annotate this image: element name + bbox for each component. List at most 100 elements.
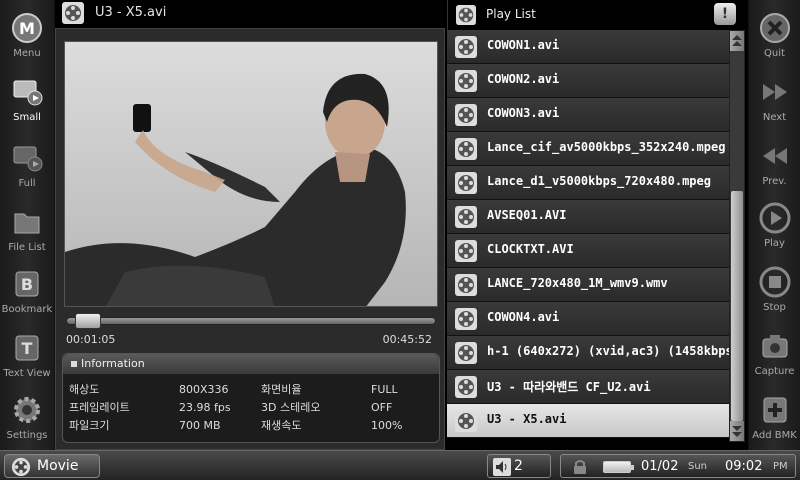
current-time: 00:01:05 [66, 333, 116, 346]
file-list-label: File List [8, 242, 46, 253]
information-header: Information [63, 354, 439, 374]
gear-icon [14, 397, 40, 423]
film-reel-icon [456, 5, 476, 25]
date: 01/02 [641, 459, 679, 474]
stop-button[interactable]: Stop [749, 260, 800, 322]
clock-ampm: PM [773, 461, 788, 472]
bookmark-label: Bookmark [1, 304, 53, 315]
playlist-item[interactable]: U3 - 따라와밴드 CF_U2.avi [447, 370, 729, 404]
menu-label: Menu [13, 48, 41, 59]
playlist-title: Play List [486, 7, 536, 21]
scroll-down-button[interactable] [730, 421, 744, 441]
info-key: 프레임레이트 [69, 401, 130, 414]
small-screen-button[interactable]: Small [0, 70, 54, 132]
scroll-thumb[interactable] [731, 191, 743, 421]
playlist-item[interactable]: COWON4.avi [447, 302, 729, 336]
close-icon [759, 13, 790, 43]
playlist-item[interactable]: COWON2.avi [447, 64, 729, 98]
info-value: OFF [371, 400, 393, 414]
playlist-item[interactable]: Lance_d1_v5000kbps_720x480.mpeg [447, 166, 729, 200]
playlist-item[interactable]: COWON3.avi [447, 98, 729, 132]
info-row: 해상도 800X336 화면비율 FULL [69, 380, 431, 398]
playlist-scrollbar[interactable] [729, 30, 745, 442]
film-reel-icon [455, 70, 477, 92]
add-bookmark-button[interactable]: Add BMK [749, 388, 800, 450]
playlist-item-name: U3 - 따라와밴드 CF_U2.avi [487, 380, 651, 394]
playlist-options-button[interactable]: ! [714, 3, 736, 25]
quit-button[interactable]: Quit [749, 6, 800, 68]
menu-button[interactable]: M Menu [0, 6, 54, 68]
play-icon [759, 202, 790, 234]
small-label: Small [13, 112, 41, 123]
seek-bar[interactable] [66, 313, 436, 329]
playlist-item-name: LANCE_720x480_1M_wmv9.wmv [487, 276, 668, 290]
info-row: 파일크기 700 MB 재생속도 100% [69, 416, 431, 434]
settings-button[interactable]: Settings [0, 388, 54, 450]
film-reel-icon [455, 104, 477, 126]
information-panel: Information 해상도 800X336 화면비율 FULL 프레임레이트… [62, 353, 440, 443]
full-screen-icon [13, 146, 43, 172]
playlist-item[interactable]: h-1 (640x272) (xvid,ac3) (1458kbps,2 [447, 336, 729, 370]
info-value: 100% [371, 418, 403, 432]
playlist-header: Play List ! [447, 0, 748, 30]
playlist-item[interactable]: COWON1.avi [447, 30, 729, 64]
lock-icon [574, 460, 586, 474]
text-view-button[interactable]: T Text View [0, 326, 54, 388]
m-circle-icon: M [12, 13, 42, 43]
movie-app-button[interactable]: Movie [4, 454, 100, 478]
film-reel-icon [455, 240, 477, 262]
prev-button[interactable]: Prev. [749, 134, 800, 196]
playlist-item[interactable]: Lance_cif_av5000kbps_352x240.mpeg [447, 132, 729, 166]
prev-icon [762, 148, 787, 164]
clock-time: 09:02 [725, 459, 763, 474]
playlist-item[interactable]: LANCE_720x480_1M_wmv9.wmv [447, 268, 729, 302]
info-key: 화면비율 [261, 383, 302, 396]
chevron-down-icon [732, 426, 742, 437]
day-of-week: Sun [688, 461, 708, 472]
info-value: 700 MB [179, 418, 221, 432]
bookmark-button[interactable]: B Bookmark [0, 262, 54, 324]
square-bullet-icon [71, 361, 77, 367]
information-title: Information [81, 357, 145, 370]
playlist-item-name: h-1 (640x272) (xvid,ac3) (1458kbps,2 [487, 344, 729, 358]
text-t-icon: T [15, 335, 39, 361]
now-playing-title: U3 - X5.avi [95, 5, 167, 20]
playlist-item-name: Lance_d1_v5000kbps_720x480.mpeg [487, 174, 711, 188]
small-screen-icon [13, 80, 43, 106]
film-reel-icon [455, 36, 477, 58]
capture-button[interactable]: Capture [749, 324, 800, 386]
file-list-button[interactable]: File List [0, 200, 54, 262]
video-frame[interactable] [64, 41, 438, 307]
film-reel-icon [455, 342, 477, 364]
right-sidebar: Quit Next Prev. Play Stop Capture Add BM… [748, 0, 800, 450]
playlist-item[interactable]: U3 - X5.avi [447, 404, 729, 438]
stop-label: Stop [763, 302, 786, 313]
info-value: FULL [371, 382, 398, 396]
playlist-item[interactable]: CLOCKTXT.AVI [447, 234, 729, 268]
play-button[interactable]: Play [749, 196, 800, 258]
add-bookmark-icon [763, 397, 786, 423]
playlist-item-name: Lance_cif_av5000kbps_352x240.mpeg [487, 140, 726, 154]
seek-knob[interactable] [75, 313, 101, 329]
scroll-up-button[interactable] [730, 31, 744, 51]
full-label: Full [18, 178, 36, 189]
full-screen-button[interactable]: Full [0, 136, 54, 198]
film-reel-icon [455, 308, 477, 330]
battery-icon [603, 461, 634, 473]
film-reel-icon [455, 172, 477, 194]
film-reel-icon [455, 376, 477, 398]
capture-label: Capture [754, 366, 795, 377]
next-button[interactable]: Next [749, 70, 800, 132]
film-reel-icon [455, 274, 477, 296]
left-sidebar: M Menu Small Full File List B Bookmark T… [0, 0, 55, 450]
bookmark-b-icon: B [15, 271, 39, 297]
stop-icon [759, 266, 790, 298]
volume-control[interactable]: 2 [487, 454, 551, 478]
title-bar: U3 - X5.avi [55, 0, 445, 28]
film-reel-icon [455, 410, 477, 432]
film-reel-icon [455, 138, 477, 160]
film-reel-icon [62, 2, 84, 24]
total-time: 00:45:52 [382, 333, 432, 346]
add-bookmark-label: Add BMK [752, 430, 797, 441]
playlist-item[interactable]: AVSEQ01.AVI [447, 200, 729, 234]
